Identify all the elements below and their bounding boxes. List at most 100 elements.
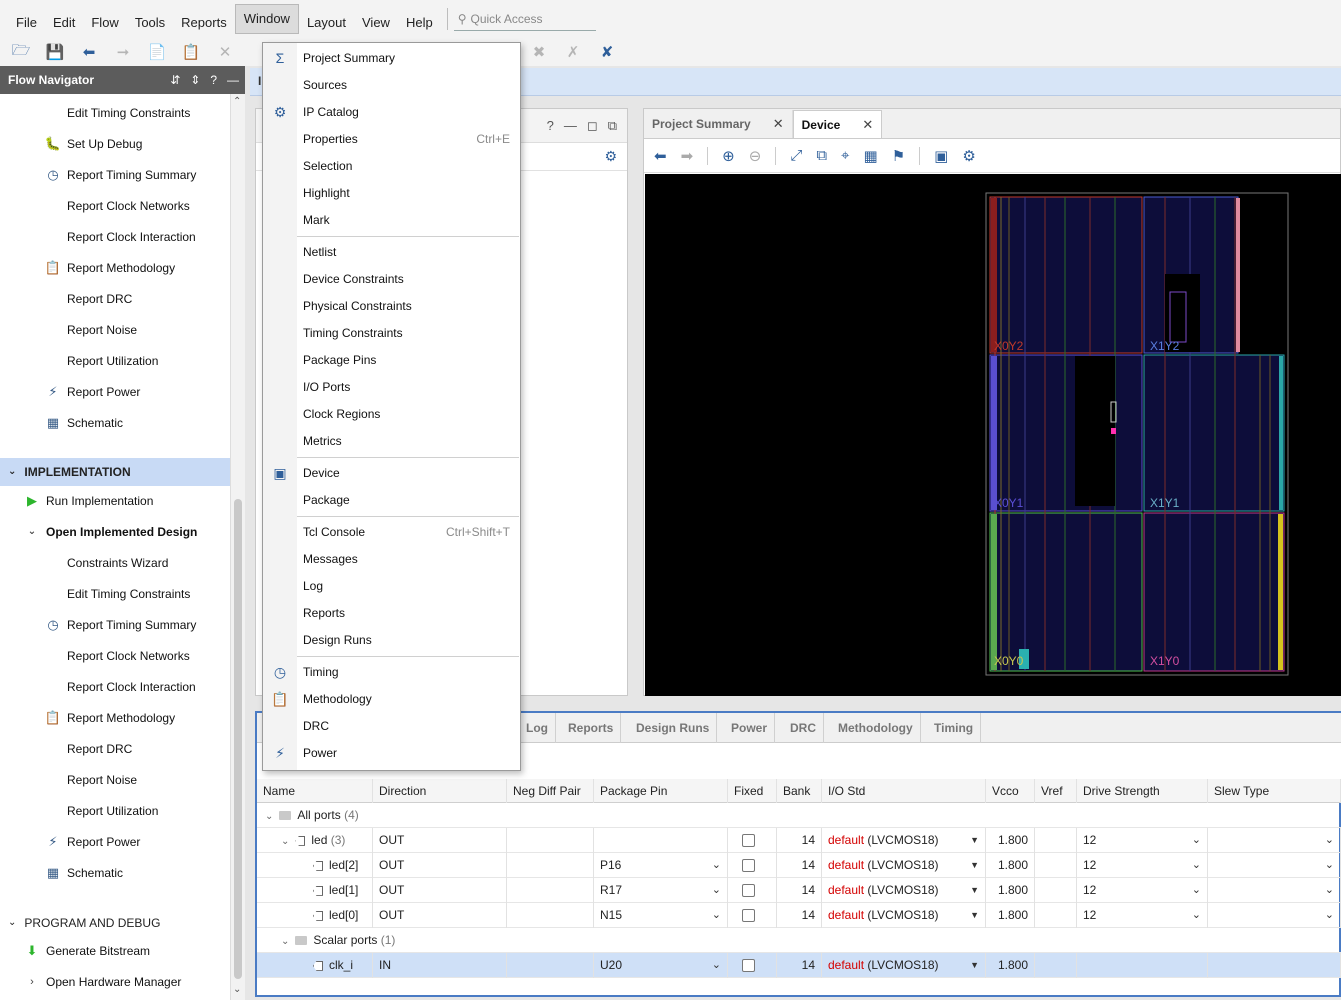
dropdown-icon[interactable]: ▼	[970, 903, 979, 928]
menu-item[interactable]: Metrics	[263, 428, 520, 455]
port-io-std[interactable]: default (LVCMOS18) ▼	[822, 903, 986, 928]
paste-icon[interactable]: 📋	[180, 41, 202, 63]
menu-item[interactable]: Design Runs	[263, 627, 520, 654]
section-implementation[interactable]: ⌄ IMPLEMENTATION	[0, 458, 230, 486]
routing-icon[interactable]: ▦	[864, 147, 878, 165]
nav-item[interactable]: Edit Timing Constraints	[45, 582, 190, 606]
menu-item[interactable]: ⚡ Power	[263, 740, 520, 767]
menu-edit[interactable]: Edit	[45, 4, 83, 34]
copy-icon[interactable]: 📄	[146, 41, 168, 63]
chevron-down-icon[interactable]: ⌄	[1325, 878, 1334, 903]
dropdown-icon[interactable]: ▼	[970, 828, 979, 853]
port-drive[interactable]: 12 ⌄	[1077, 878, 1208, 903]
table-row[interactable]: led[0] OUT N15 ⌄ 14 default (LVCMOS18) ▼ 1.800 1…	[257, 903, 1341, 928]
menu-item[interactable]: Selection	[263, 153, 520, 180]
nav-item[interactable]: Report Utilization	[45, 349, 158, 373]
menu-view[interactable]: View	[354, 4, 398, 34]
nav-item[interactable]: 📋 Report Methodology	[45, 256, 175, 280]
chevron-down-icon[interactable]: ⌄	[1325, 828, 1334, 853]
col-fixed[interactable]: Fixed	[728, 779, 777, 803]
menu-item[interactable]: Messages	[263, 546, 520, 573]
tab-drc[interactable]: DRC	[783, 713, 824, 743]
auto-fit-icon[interactable]: ⌖	[841, 147, 849, 164]
port-package-pin[interactable]: R17 ⌄	[594, 878, 728, 903]
port-package-pin[interactable]: N15 ⌄	[594, 903, 728, 928]
debug-icon[interactable]: ✗	[562, 41, 584, 63]
chevron-down-icon[interactable]: ⌄	[712, 853, 721, 878]
menu-item[interactable]: Highlight	[263, 180, 520, 207]
chevron-down-icon[interactable]: ⌄	[1192, 853, 1201, 878]
device-canvas[interactable]: X0Y2 X1Y2 X0Y1 X1Y1 X0Y0 X1Y0	[645, 174, 1341, 696]
table-row-scalar-ports[interactable]: ⌄ Scalar ports (1)	[257, 928, 1341, 953]
save-icon[interactable]: 💾	[44, 41, 66, 63]
scroll-down-icon[interactable]: ⌄	[233, 984, 241, 995]
menu-item[interactable]: ◷ Timing	[263, 659, 520, 686]
nav-item[interactable]: Report Clock Networks	[45, 194, 190, 218]
open-project-icon[interactable]: 🗁	[10, 41, 32, 63]
table-row-clk[interactable]: clk_i IN U20 ⌄ 14 default (LVCMOS18) ▼ 1.8…	[257, 953, 1341, 978]
nav-item[interactable]: 📋 Report Methodology	[45, 706, 175, 730]
expand-icon[interactable]: ⌄	[281, 836, 289, 847]
tab-project-summary[interactable]: Project Summary ✕	[644, 110, 793, 138]
nav-item[interactable]: ◷ Report Timing Summary	[45, 163, 196, 187]
nav-item[interactable]: Report Clock Interaction	[45, 675, 196, 699]
dropdown-icon[interactable]: ▼	[970, 853, 979, 878]
clock-region[interactable]	[989, 512, 1143, 672]
menu-item[interactable]: Netlist	[263, 239, 520, 266]
nav-item[interactable]: 🐛 Set Up Debug	[45, 132, 142, 156]
col-name[interactable]: Name	[257, 779, 373, 803]
nav-item[interactable]: ◷ Report Timing Summary	[45, 613, 196, 637]
menu-item[interactable]: ▣ Device	[263, 460, 520, 487]
menu-item[interactable]: Package Pins	[263, 347, 520, 374]
nav-item[interactable]: Edit Timing Constraints	[45, 101, 190, 125]
fixed-checkbox[interactable]	[742, 834, 755, 848]
port-direction[interactable]: OUT	[373, 853, 507, 878]
menu-item[interactable]: Σ Project Summary	[263, 45, 520, 72]
col-bank[interactable]: Bank	[777, 779, 822, 803]
menu-item[interactable]: Log	[263, 573, 520, 600]
tab-reports[interactable]: Reports	[561, 713, 622, 743]
col-direction[interactable]: Direction	[373, 779, 507, 803]
zoom-in-icon[interactable]: ⊕	[722, 147, 735, 165]
scroll-up-icon[interactable]: ⌃	[233, 96, 241, 107]
scroll-thumb[interactable]	[234, 499, 242, 979]
clk-io-std[interactable]: default (LVCMOS18) ▼	[822, 953, 986, 978]
device-view-icon[interactable]: ▣	[934, 147, 948, 165]
led-package-pin[interactable]	[594, 828, 728, 853]
tab-device[interactable]: Device ✕	[792, 110, 883, 138]
chevron-down-icon[interactable]: ⌄	[1192, 878, 1201, 903]
clock-region[interactable]	[989, 196, 1143, 354]
nav-item[interactable]: Constraints Wizard	[45, 551, 168, 575]
menu-reports[interactable]: Reports	[173, 4, 235, 34]
fixed-checkbox[interactable]	[742, 959, 755, 973]
chevron-down-icon[interactable]: ⌄	[1325, 853, 1334, 878]
redo-icon[interactable]: ➞	[112, 41, 134, 63]
clock-region[interactable]	[989, 354, 1143, 512]
zoom-fit-icon[interactable]: ⤢	[790, 147, 802, 164]
col-drive-strength[interactable]: Drive Strength	[1077, 779, 1208, 803]
tab-design-runs[interactable]: Design Runs	[629, 713, 718, 743]
tab-power[interactable]: Power	[724, 713, 776, 743]
chevron-down-icon[interactable]: ⌄	[712, 953, 721, 978]
table-row[interactable]: led[2] OUT P16 ⌄ 14 default (LVCMOS18) ▼ 1.800 1…	[257, 853, 1341, 878]
clk-package-pin[interactable]: U20 ⌄	[594, 953, 728, 978]
tab-methodology[interactable]: Methodology	[831, 713, 921, 743]
menu-item[interactable]: Device Constraints	[263, 266, 520, 293]
menu-item[interactable]: ⚙ IP Catalog	[263, 99, 520, 126]
led-drive[interactable]: 12 ⌄	[1077, 828, 1208, 853]
debug-wizard-icon[interactable]: ✘	[596, 41, 618, 63]
settings-icon[interactable]: ⚙	[962, 147, 975, 165]
nav-item[interactable]: Report Noise	[45, 318, 137, 342]
run-implementation[interactable]: ▶ Run Implementation	[24, 489, 153, 513]
col-vcco[interactable]: Vcco	[986, 779, 1035, 803]
open-hardware-manager[interactable]: › Open Hardware Manager	[24, 970, 181, 994]
port-direction[interactable]: OUT	[373, 878, 507, 903]
dropdown-icon[interactable]: ▼	[970, 878, 979, 903]
menu-file[interactable]: File	[8, 4, 45, 34]
col-slew-type[interactable]: Slew Type	[1208, 779, 1341, 803]
menu-item[interactable]: DRC	[263, 713, 520, 740]
menu-tools[interactable]: Tools	[127, 4, 173, 34]
nav-item[interactable]: ▦ Schematic	[45, 861, 123, 885]
nav-item[interactable]: ⚡ Report Power	[45, 380, 140, 404]
port-slew[interactable]: ⌄	[1208, 878, 1341, 903]
